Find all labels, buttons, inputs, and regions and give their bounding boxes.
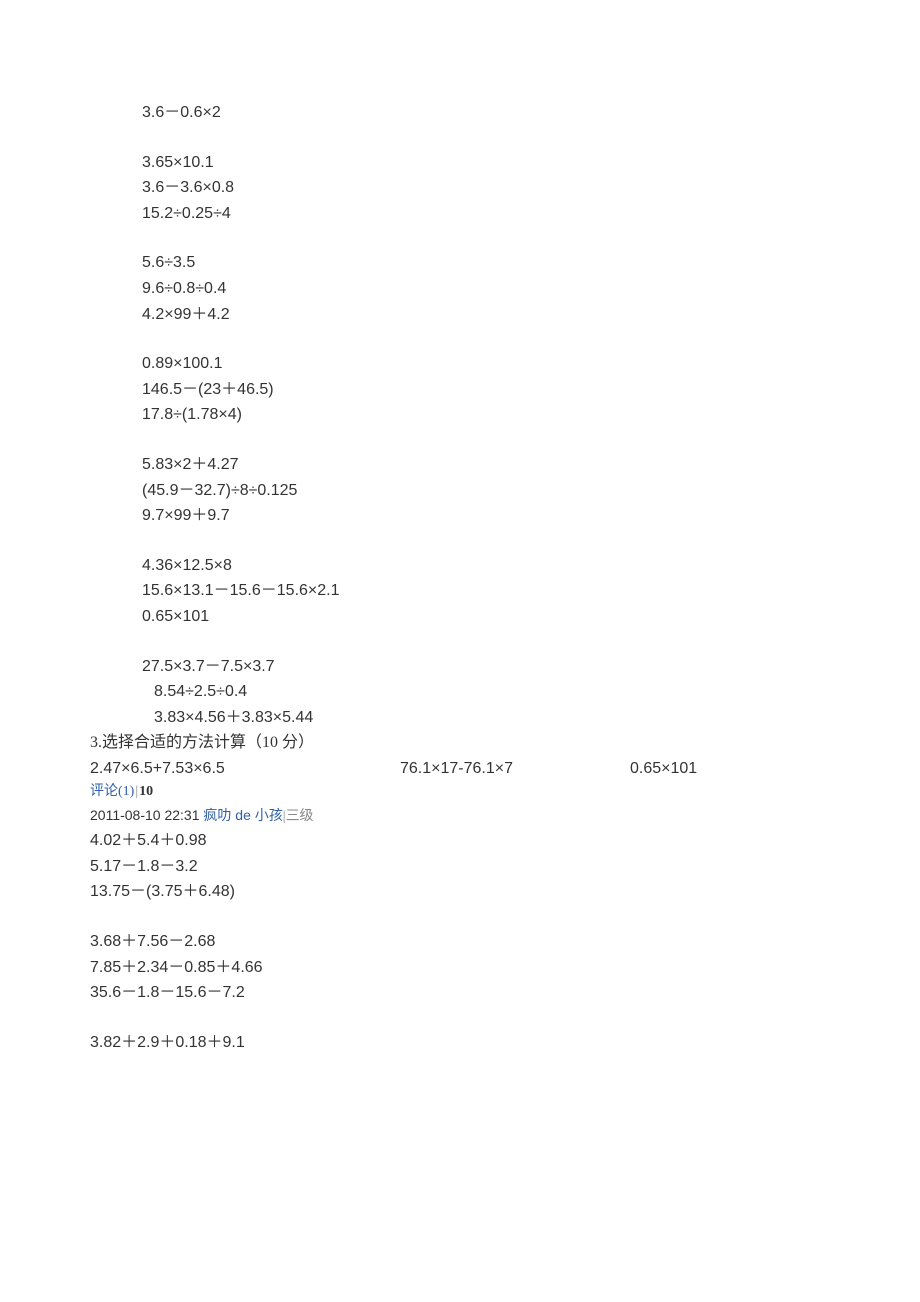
expr-line: 7.85＋2.34－0.85＋4.66	[90, 955, 830, 981]
q3-expr-1: 2.47×6.5+7.53×6.5	[90, 756, 400, 782]
expr-group-1: 3.6－0.6×2	[142, 100, 830, 126]
tail-group-2: 3.68＋7.56－2.68 7.85＋2.34－0.85＋4.66 35.6－…	[90, 929, 830, 1006]
expr-line: 3.6－0.6×2	[142, 100, 830, 126]
vote-count: 10	[139, 784, 153, 799]
expr-line: 3.82＋2.9＋0.18＋9.1	[90, 1030, 830, 1056]
expr-line: 17.8÷(1.78×4)	[142, 402, 830, 428]
user-level: 三级	[286, 809, 314, 824]
expr-line: 4.02＋5.4＋0.98	[90, 828, 830, 854]
question-3-title: 3.选择合适的方法计算（10 分）	[90, 730, 830, 756]
expr-line: 5.83×2＋4.27	[142, 452, 830, 478]
expr-group-4: 0.89×100.1 146.5－(23＋46.5) 17.8÷(1.78×4)	[142, 351, 830, 428]
comment-bar: 评论(1)|10	[90, 781, 830, 803]
answer-username[interactable]: 疯叻 de 小孩	[203, 807, 282, 823]
expr-line: 15.2÷0.25÷4	[142, 201, 830, 227]
expr-line: 8.54÷2.5÷0.4	[154, 679, 830, 705]
tail-group-1: 4.02＋5.4＋0.98 5.17－1.8－3.2 13.75－(3.75＋6…	[90, 828, 830, 905]
expr-line: 9.6÷0.8÷0.4	[142, 276, 830, 302]
expr-line: 5.6÷3.5	[142, 250, 830, 276]
expr-group-5: 5.83×2＋4.27 (45.9－32.7)÷8÷0.125 9.7×99＋9…	[142, 452, 830, 529]
expr-line: 0.89×100.1	[142, 351, 830, 377]
expr-line: 146.5－(23＋46.5)	[142, 377, 830, 403]
expr-group-3: 5.6÷3.5 9.6÷0.8÷0.4 4.2×99＋4.2	[142, 250, 830, 327]
answer-meta: 2011-08-10 22:31 疯叻 de 小孩|三级	[90, 804, 830, 828]
expr-line: 27.5×3.7－7.5×3.7	[142, 654, 830, 680]
expr-line: 13.75－(3.75＋6.48)	[90, 879, 830, 905]
expr-line: 3.65×10.1	[142, 150, 830, 176]
expr-line: 3.83×4.56＋3.83×5.44	[154, 705, 830, 731]
expr-line: 15.6×13.1－15.6－15.6×2.1	[142, 578, 830, 604]
q3-expr-3: 0.65×101	[630, 756, 830, 782]
expr-group-6: 4.36×12.5×8 15.6×13.1－15.6－15.6×2.1 0.65…	[142, 553, 830, 630]
expr-line: (45.9－32.7)÷8÷0.125	[142, 478, 830, 504]
expr-group-2: 3.65×10.1 3.6－3.6×0.8 15.2÷0.25÷4	[142, 150, 830, 227]
question-3-row: 2.47×6.5+7.53×6.5 76.1×17-76.1×7 0.65×10…	[90, 756, 830, 782]
expr-group-7: 27.5×3.7－7.5×3.7 8.54÷2.5÷0.4 3.83×4.56＋…	[90, 654, 830, 731]
q3-expr-2: 76.1×17-76.1×7	[400, 756, 630, 782]
expr-line: 3.6－3.6×0.8	[142, 175, 830, 201]
comments-link[interactable]: 评论	[90, 784, 118, 799]
expr-line: 35.6－1.8－15.6－7.2	[90, 980, 830, 1006]
expr-line: 0.65×101	[142, 604, 830, 630]
expr-line: 5.17－1.8－3.2	[90, 854, 830, 880]
tail-group-3: 3.82＋2.9＋0.18＋9.1	[90, 1030, 830, 1056]
expr-line: 4.2×99＋4.2	[142, 302, 830, 328]
comments-count[interactable]: (1)	[118, 784, 134, 799]
expr-line: 4.36×12.5×8	[142, 553, 830, 579]
separator: |	[135, 784, 138, 799]
expr-line: 3.68＋7.56－2.68	[90, 929, 830, 955]
answer-timestamp: 2011-08-10 22:31	[90, 807, 200, 823]
expr-line: 9.7×99＋9.7	[142, 503, 830, 529]
